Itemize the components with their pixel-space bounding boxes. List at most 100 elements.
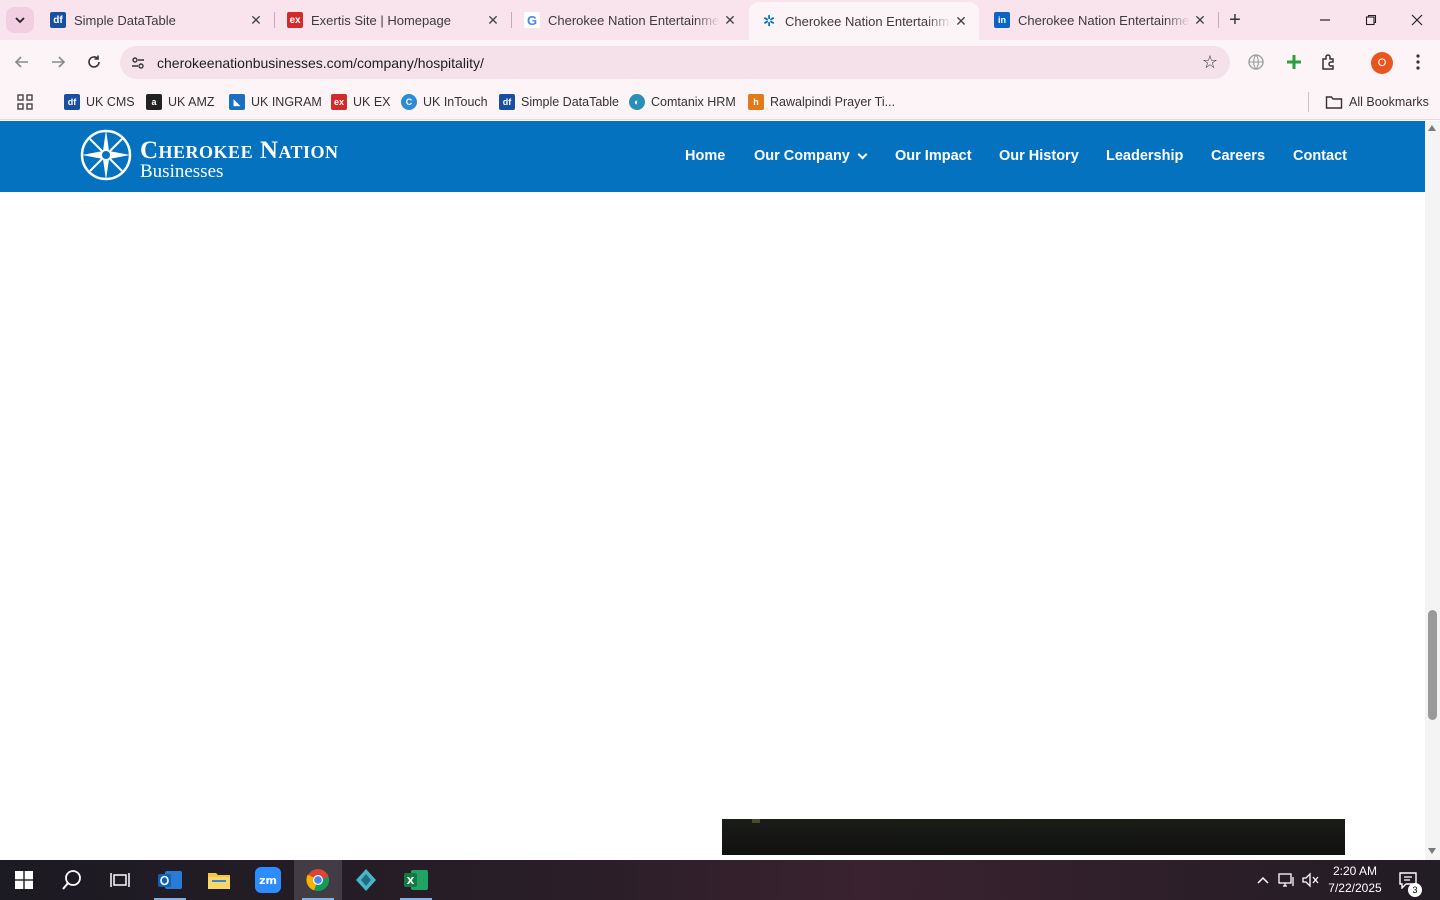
nav-our-history[interactable]: Our History [999, 148, 1079, 164]
all-bookmarks-button[interactable]: All Bookmarks [1325, 92, 1429, 112]
zoom-icon: zm [255, 867, 281, 893]
extension-puzzle-green-icon[interactable] [1282, 50, 1306, 74]
taskbar-file-explorer[interactable] [195, 860, 243, 900]
nav-our-impact[interactable]: Our Impact [895, 148, 972, 164]
datatable-favicon-icon: df [64, 94, 80, 110]
prayer-favicon-icon: h [748, 94, 764, 110]
scroll-down-arrow-icon[interactable] [1428, 848, 1436, 854]
close-tab-icon[interactable]: ✕ [483, 10, 503, 30]
task-view-button[interactable] [96, 860, 144, 900]
nav-home[interactable]: Home [685, 148, 725, 164]
close-tab-icon[interactable]: ✕ [720, 10, 740, 30]
tab-google-search[interactable]: G Cherokee Nation Entertainment ✕ [512, 0, 748, 40]
translate-globe-icon[interactable] [1244, 50, 1268, 74]
datatable-favicon-icon: df [499, 94, 515, 110]
system-clock[interactable]: 2:20 AM 7/22/2025 [1322, 863, 1388, 897]
task-view-icon [110, 873, 130, 887]
close-window-button[interactable] [1394, 0, 1440, 40]
site-logo[interactable]: Cherokee Nation Businesses [78, 127, 338, 187]
svg-text:zm: zm [259, 874, 277, 887]
linkedin-favicon-icon: in [994, 12, 1010, 28]
site-settings-icon[interactable] [128, 53, 148, 73]
bookmark-uk-cms[interactable]: df UK CMS [64, 92, 135, 112]
datatable-favicon-icon: df [50, 12, 66, 28]
taskbar-chrome[interactable] [294, 860, 342, 900]
bookmark-label: UK INGRAM [251, 95, 322, 109]
taskbar-search-button[interactable] [48, 860, 96, 900]
close-tab-icon[interactable]: ✕ [951, 11, 971, 31]
scrollbar-thumb[interactable] [1428, 610, 1437, 720]
comtanix-favicon-icon: ◐ [629, 94, 645, 110]
all-bookmarks-label: All Bookmarks [1349, 95, 1429, 109]
restore-icon [1365, 14, 1377, 26]
scroll-up-arrow-icon[interactable] [1428, 125, 1436, 131]
bookmark-star-icon[interactable]: ☆ [1202, 52, 1218, 73]
back-button[interactable] [8, 48, 36, 76]
tab-exertis[interactable]: ex Exertis Site | Homepage ✕ [275, 0, 511, 40]
taskbar-app-diamond[interactable] [342, 860, 390, 900]
url-text: cherokeenationbusinesses.com/company/hos… [157, 55, 484, 71]
tab-strip: df Simple DataTable ✕ ex Exertis Site | … [0, 0, 1440, 40]
bookmark-uk-ingram[interactable]: ◣ UK INGRAM [229, 92, 322, 112]
bookmark-uk-ex[interactable]: ex UK EX [331, 92, 391, 112]
amazon-favicon-icon: a [146, 94, 162, 110]
apps-grid-button[interactable] [17, 92, 33, 112]
bookmark-label: UK CMS [86, 95, 135, 109]
hospitality-image [722, 819, 1345, 855]
network-icon[interactable] [1277, 870, 1297, 890]
page-viewport: Cherokee Nation Businesses Home Our Comp… [0, 121, 1425, 860]
minimize-icon [1320, 19, 1330, 21]
tab-simple-datatable[interactable]: df Simple DataTable ✕ [38, 0, 274, 40]
bookmark-uk-intouch[interactable]: C UK InTouch [401, 92, 488, 112]
vertical-scrollbar[interactable] [1425, 121, 1440, 860]
cherokee-star-favicon-icon: ✲ [762, 13, 776, 30]
bookmark-label: Simple DataTable [521, 95, 619, 109]
ingram-favicon-icon: ◣ [229, 94, 245, 110]
tab-linkedin[interactable]: in Cherokee Nation Entertainment ✕ [982, 0, 1218, 40]
tab-cherokee-active[interactable]: ✲ Cherokee Nation Entertainment ✕ [749, 2, 979, 40]
bookmark-rawalpindi-prayer[interactable]: h Rawalpindi Prayer Ti... [748, 92, 895, 112]
close-tab-icon[interactable]: ✕ [1190, 10, 1210, 30]
restore-button[interactable] [1348, 0, 1394, 40]
nav-our-company[interactable]: Our Company [754, 148, 868, 164]
bookmark-uk-amz[interactable]: a UK AMZ [146, 92, 215, 112]
address-bar[interactable]: cherokeenationbusinesses.com/company/hos… [120, 46, 1230, 79]
nav-contact[interactable]: Contact [1293, 148, 1347, 164]
nav-label: Our Company [754, 148, 850, 164]
show-hidden-icons-button[interactable] [1253, 870, 1273, 890]
excel-icon: X [404, 870, 428, 890]
volume-muted-icon[interactable] [1300, 870, 1320, 890]
chevron-up-icon [1257, 876, 1269, 884]
new-tab-button[interactable]: + [1222, 8, 1248, 32]
close-tab-icon[interactable]: ✕ [246, 10, 266, 30]
search-icon [62, 870, 81, 890]
tab-search-button[interactable] [6, 7, 34, 33]
bookmark-label: UK AMZ [168, 95, 215, 109]
bookmark-comtanix-hrm[interactable]: ◐ Comtanix HRM [629, 92, 736, 112]
chevron-down-icon [857, 149, 868, 159]
taskbar-zoom[interactable]: zm [244, 860, 292, 900]
nav-leadership[interactable]: Leadership [1106, 148, 1183, 164]
clock-time: 2:20 AM [1332, 864, 1378, 878]
intouch-favicon-icon: C [401, 94, 417, 110]
extensions-puzzle-icon[interactable] [1317, 50, 1341, 74]
tab-title: Exertis Site | Homepage [311, 12, 451, 28]
nav-careers[interactable]: Careers [1211, 148, 1265, 164]
bookmark-simple-datatable[interactable]: df Simple DataTable [499, 92, 619, 112]
forward-button[interactable] [44, 48, 72, 76]
taskbar-outlook[interactable] [146, 860, 194, 900]
reload-button[interactable] [80, 48, 108, 76]
profile-avatar[interactable]: O [1371, 52, 1393, 74]
folder-icon [208, 873, 230, 889]
arrow-right-icon [52, 56, 66, 68]
minimize-button[interactable] [1302, 0, 1348, 40]
close-icon [1411, 14, 1423, 26]
outlook-icon [158, 871, 182, 889]
clock-date: 7/22/2025 [1328, 881, 1382, 895]
windows-logo-icon [15, 871, 33, 889]
bookmark-label: Comtanix HRM [651, 95, 736, 109]
chrome-menu-icon[interactable] [1406, 50, 1430, 74]
start-button[interactable] [0, 860, 48, 900]
site-header: Cherokee Nation Businesses Home Our Comp… [0, 121, 1425, 192]
taskbar-excel[interactable]: X [392, 860, 440, 900]
